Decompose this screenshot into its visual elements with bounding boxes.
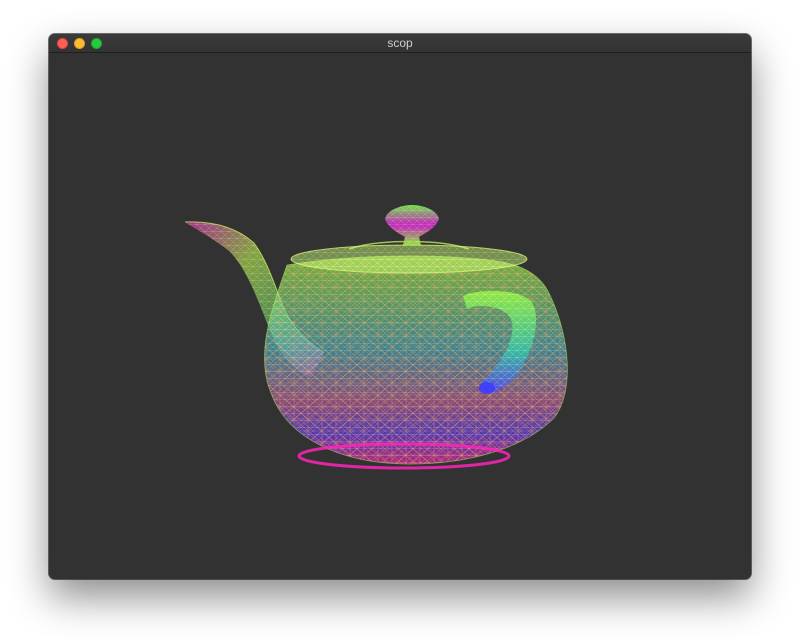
teapot-body [264, 255, 568, 470]
teapot-wireframe [184, 205, 568, 470]
window-title: scop [387, 36, 413, 50]
teapot-lid [290, 240, 528, 274]
teapot-knob [385, 205, 439, 245]
title-bar[interactable]: scop [49, 34, 751, 53]
render-viewport[interactable] [49, 53, 751, 579]
app-window: scop [49, 34, 751, 579]
